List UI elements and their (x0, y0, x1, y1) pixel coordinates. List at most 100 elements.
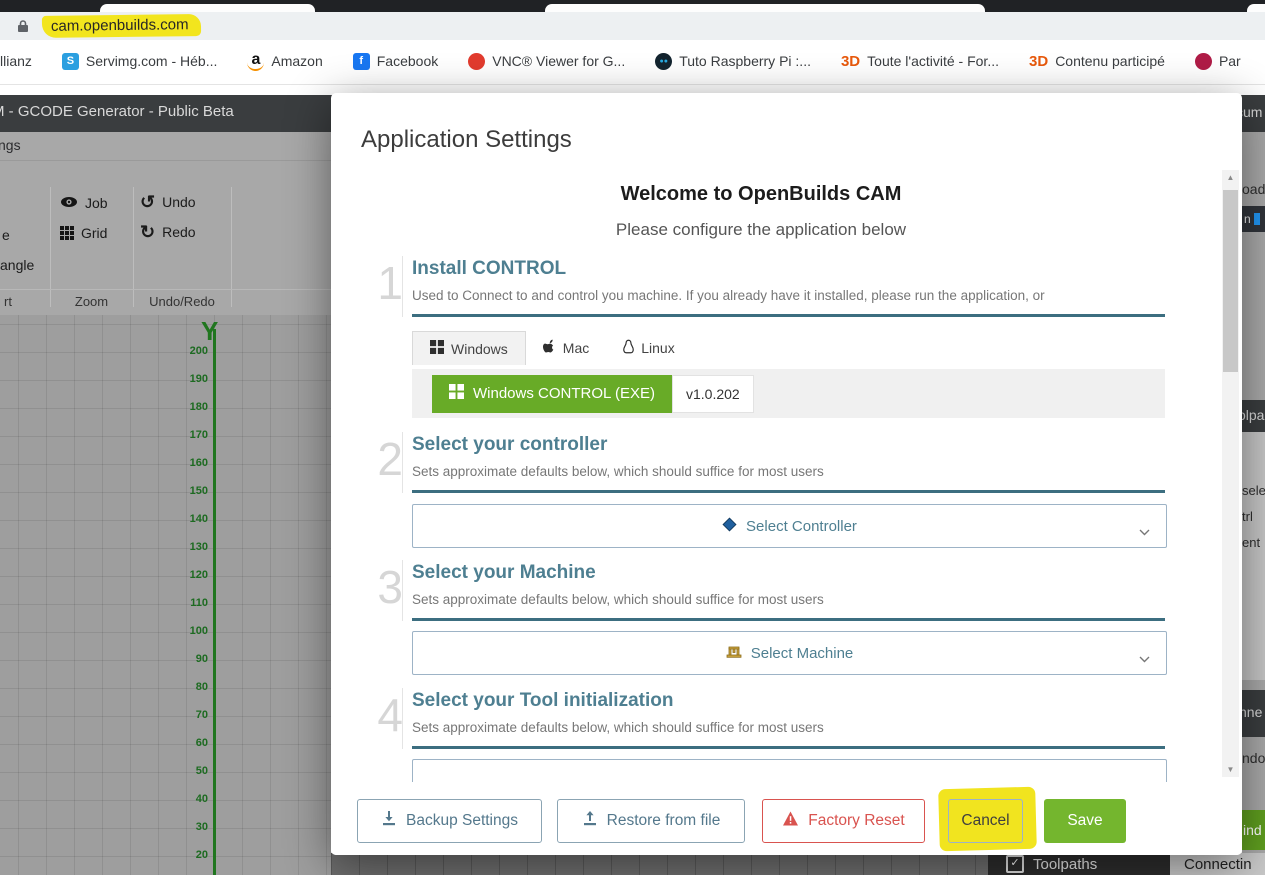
modal-title: Application Settings (361, 126, 572, 153)
download-control-button[interactable]: Windows CONTROL (EXE) v1.0.202 (432, 374, 754, 413)
toolbar-job-button[interactable]: Job (60, 195, 108, 211)
raspberry-pi-icon (1194, 52, 1212, 70)
scroll-down-icon[interactable]: ▼ (1222, 765, 1239, 774)
bookmark-3d-contenu[interactable]: 3D Contenu participé (1029, 53, 1165, 70)
bookmark-servimg[interactable]: S Servimg.com - Héb... (61, 52, 218, 70)
restore-from-file-label: Restore from file (606, 812, 721, 829)
bookmark-amazon[interactable]: a Amazon (247, 51, 323, 71)
save-button[interactable]: Save (1044, 799, 1126, 843)
controller-dropdown[interactable]: Select Controller (412, 504, 1167, 548)
screen: cam.openbuilds.com llianz S Servimg.com - … (0, 0, 1265, 875)
tab-windows[interactable]: Windows (412, 331, 526, 365)
browser-tab[interactable] (545, 4, 985, 12)
connection-status: Connectin (1170, 853, 1265, 875)
scrollbar-thumb[interactable] (1223, 190, 1238, 372)
tab-label: Linux (641, 340, 675, 356)
axis-tick-label: 140 (189, 513, 208, 525)
toolbar-undo-label: Undo (162, 194, 196, 210)
browser-tab[interactable] (1247, 4, 1265, 12)
chevron-down-icon (1139, 650, 1150, 667)
step-number: 3 (377, 561, 403, 613)
url-text[interactable]: cam.openbuilds.com (41, 14, 201, 38)
address-bar[interactable]: cam.openbuilds.com (0, 12, 1265, 40)
step-number: 1 (377, 257, 403, 309)
cam-canvas[interactable]: Y 200 190 180 170 160 150 140 130 120 110 100 90 80 7… (0, 315, 331, 875)
backup-settings-label: Backup Settings (405, 812, 518, 829)
machine-dropdown-label: Select Machine (750, 644, 854, 662)
cancel-label: Cancel (961, 812, 1010, 829)
toolbar-redo-label: Redo (162, 224, 196, 240)
app-toolbar: e angle Job Grid ↺ Undo ↻ Redo rt Zoom U… (0, 161, 331, 316)
panel-header-fragment: nne (1242, 690, 1265, 737)
3d-forum-icon: 3D (840, 52, 861, 70)
machine-dropdown[interactable]: Select Machine (412, 631, 1167, 675)
menu-item-fragment[interactable]: ngs (0, 137, 21, 153)
download-band: Windows CONTROL (EXE) v1.0.202 (412, 369, 1165, 418)
bookmark-tuto-raspberry[interactable]: ●● Tuto Raspberry Pi :... (655, 52, 811, 70)
amazon-icon: a (247, 51, 265, 71)
machine-icon (726, 644, 742, 662)
text-fragment: oad (1242, 181, 1265, 197)
backup-settings-button[interactable]: Backup Settings (357, 799, 542, 843)
section-heading: Select your Machine (412, 562, 596, 583)
tab-mac[interactable]: Mac (526, 331, 606, 365)
facebook-icon: f (352, 52, 370, 70)
toolpaths-bar[interactable]: ✓ Toolpaths (988, 853, 1170, 875)
toolbar-group-label: rt (4, 294, 12, 309)
bookmark-label: Par (1218, 53, 1241, 69)
bookmark-raspberry[interactable]: Par (1194, 52, 1241, 70)
chevron-down-icon (1139, 523, 1150, 540)
page-right-edge: cum oad n olpa sele trl ent nne ndo ind (1242, 95, 1265, 853)
toolbar-group-label-history: Undo/Redo (149, 294, 215, 309)
apple-icon (542, 339, 556, 357)
section-install-control: Install CONTROL Used to Connect to and c… (402, 256, 1165, 317)
scroll-up-icon[interactable]: ▲ (1222, 173, 1239, 182)
green-button-fragment[interactable]: ind (1242, 810, 1265, 850)
section-subheading: Sets approximate defaults below, which s… (412, 592, 824, 607)
bookmark-label: Contenu participé (1055, 53, 1165, 69)
toolbar-grid-button[interactable]: Grid (60, 225, 107, 241)
panel-header-fragment: olpa (1242, 400, 1265, 432)
factory-reset-label: Factory Reset (808, 812, 905, 829)
text-fragment: sele (1242, 483, 1265, 498)
section-heading: Select your Tool initialization (412, 690, 674, 711)
text-fragment: ndo (1242, 750, 1265, 766)
tab-linux[interactable]: Linux (606, 331, 691, 365)
checkbox-icon[interactable]: ✓ (1006, 855, 1024, 873)
axis-tick-label: 80 (195, 681, 208, 693)
bookmark-vnc[interactable]: VNC® Viewer for G... (468, 52, 625, 70)
axis-tick-label: 170 (189, 429, 208, 441)
tuto-raspberry-icon: ●● (655, 52, 673, 70)
toolbar-group-label-zoom: Zoom (74, 294, 109, 309)
cancel-button[interactable]: Cancel (948, 799, 1023, 843)
bookmark-facebook[interactable]: f Facebook (352, 52, 439, 70)
timeline-ruler (331, 853, 988, 875)
restore-from-file-button[interactable]: Restore from file (557, 799, 745, 843)
bookmark-allianz[interactable]: llianz (0, 53, 32, 69)
bookmark-3d-activite[interactable]: 3D Toute l'activité - For... (841, 53, 999, 70)
servimg-icon: S (61, 52, 79, 70)
modal-footer: Backup Settings Restore from file Factor… (331, 782, 1242, 855)
factory-reset-button[interactable]: Factory Reset (762, 799, 925, 843)
browser-tab[interactable] (100, 4, 315, 12)
axis-tick-label: 20 (195, 849, 208, 861)
toolbar-item-fragment[interactable]: e (2, 227, 10, 243)
3d-forum-icon: 3D (1029, 52, 1049, 70)
bookmark-label: Facebook (376, 53, 439, 69)
lock-icon (17, 19, 29, 33)
app-menu-row: ngs (0, 132, 331, 161)
modal-scrollbar[interactable]: ▲ ▼ (1222, 170, 1239, 777)
welcome-title: Welcome to OpenBuilds CAM (620, 183, 902, 205)
tool-init-dropdown[interactable] (412, 759, 1167, 782)
axis-tick-label: 30 (195, 821, 208, 833)
toolbar-undo-button[interactable]: ↺ Undo (140, 193, 196, 211)
section-select-machine: Select your Machine Sets approximate def… (402, 560, 1165, 621)
toolbar-redo-button[interactable]: ↻ Redo (140, 223, 196, 241)
toolbar-grid-label: Grid (81, 225, 108, 241)
bookmark-label: Toute l'activité - For... (867, 53, 999, 69)
chrome-divider (0, 84, 1265, 85)
bookmark-label: Servimg.com - Héb... (85, 53, 218, 69)
badge-fragment[interactable]: n (1242, 206, 1265, 232)
section-underline (412, 746, 1165, 749)
toolbar-item-fragment[interactable]: angle (0, 257, 34, 273)
